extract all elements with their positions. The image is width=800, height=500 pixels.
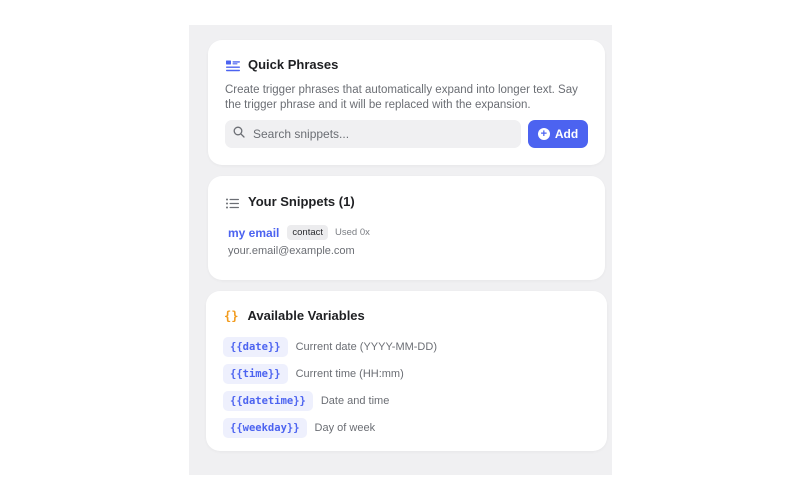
variable-description: Current time (HH:mm) [295,367,404,380]
snippet-trigger[interactable]: my email [228,226,279,240]
quick-phrases-description: Create trigger phrases that automaticall… [225,84,578,111]
search-icon [233,125,245,143]
variable-token-datetime[interactable]: {{datetime}} [223,390,313,411]
quick-phrases-title: Quick Phrases [248,57,339,72]
variable-row: {{weekday}} Day of week [223,414,437,441]
search-field[interactable] [225,120,521,148]
variable-row: {{datetime}} Date and time [223,387,437,414]
text-lines-icon [226,59,240,71]
variables-title: Available Variables [247,308,365,323]
snippets-title: Your Snippets (1) [248,194,355,209]
variable-token-date[interactable]: {{date}} [223,336,288,357]
variable-description: Day of week [314,421,376,434]
braces-icon: {} [224,308,239,323]
variable-description: Current date (YYYY-MM-DD) [295,340,437,353]
snippet-expansion: your.email@example.com [228,245,355,257]
search-input[interactable] [253,127,503,141]
variable-row: {{time}} Current time (HH:mm) [223,360,437,387]
snippet-item[interactable]: my email contact Used 0x your.email@exam… [228,225,370,257]
list-icon [226,196,240,208]
variables-card: {} Available Variables {{date}} Current … [206,291,607,451]
variable-description: Date and time [320,394,390,407]
variables-list: {{date}} Current date (YYYY-MM-DD) {{tim… [223,333,437,441]
quick-phrases-card: Quick Phrases Create trigger phrases tha… [208,40,605,165]
variable-token-weekday[interactable]: {{weekday}} [223,417,307,438]
snippet-usage-count: Used 0x [335,227,370,238]
plus-circle-icon: + [537,128,550,140]
add-button-label: Add [554,127,579,141]
snippet-category-badge: contact [287,225,329,240]
variable-token-time[interactable]: {{time}} [223,363,288,384]
variable-row: {{date}} Current date (YYYY-MM-DD) [223,333,437,360]
snippets-card: Your Snippets (1) my email contact Used … [208,176,605,280]
snippets-header: Your Snippets (1) [226,194,355,209]
add-snippet-button[interactable]: + Add [528,120,588,148]
variables-header: {} Available Variables [224,308,365,323]
quick-phrases-header: Quick Phrases [226,57,338,72]
